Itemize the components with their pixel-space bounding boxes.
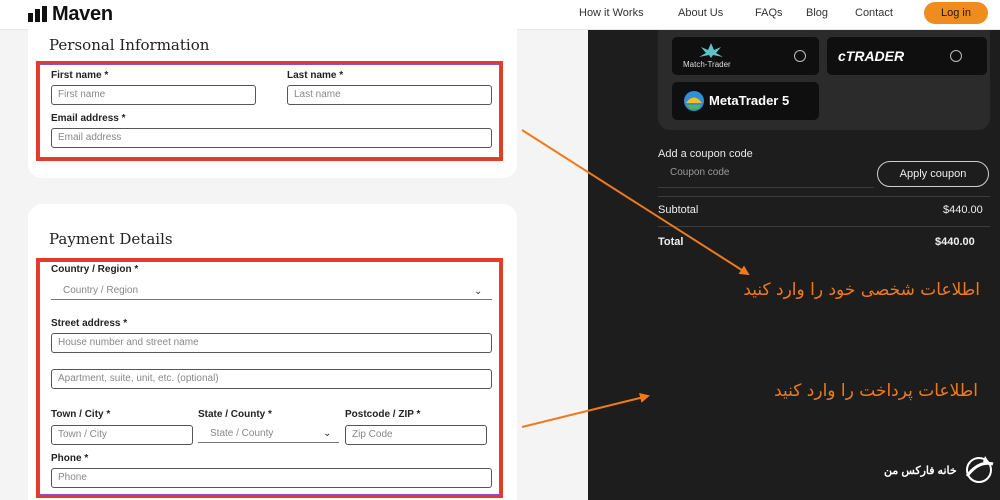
email-input[interactable]: Email address <box>51 128 492 148</box>
apply-coupon-button[interactable]: Apply coupon <box>877 161 989 187</box>
personal-info-title: Personal Information <box>49 36 210 54</box>
last-name-input[interactable]: Last name <box>287 85 492 105</box>
match-trader-icon <box>699 43 723 58</box>
street-input[interactable]: House number and street name <box>51 333 492 353</box>
payment-details-title: Payment Details <box>49 230 173 248</box>
coupon-label: Add a coupon code <box>658 148 753 160</box>
chevron-down-icon: ⌄ <box>323 428 332 439</box>
nav-about-us[interactable]: About Us <box>678 7 723 19</box>
first-name-label: First name * <box>51 70 109 81</box>
nav-contact[interactable]: Contact <box>855 7 893 19</box>
top-nav-bar: Maven How it Works About Us FAQs Blog Co… <box>0 0 1000 30</box>
ctrader-label: cTRADER <box>838 48 905 64</box>
radio-icon[interactable] <box>794 50 806 62</box>
state-label: State / County * <box>198 409 272 420</box>
chevron-down-icon: ⌄ <box>474 286 483 297</box>
radio-icon[interactable] <box>950 50 962 62</box>
maven-logo[interactable]: Maven <box>28 3 113 25</box>
logo-bars-icon <box>28 6 47 22</box>
town-label: Town / City * <box>51 409 111 420</box>
postcode-label: Postcode / ZIP * <box>345 409 421 420</box>
platform-option-ctrader[interactable]: cTRADER <box>827 37 987 75</box>
country-select[interactable]: Country / Region <box>51 282 492 300</box>
watermark-brand: خانه فارکس من <box>884 454 995 486</box>
platform-option-match-trader[interactable]: Match-Trader <box>672 37 819 75</box>
divider <box>658 196 990 197</box>
apartment-input[interactable]: Apartment, suite, unit, etc. (optional) <box>51 369 492 389</box>
phone-input[interactable]: Phone <box>51 468 492 488</box>
watermark-text: خانه فارکس من <box>884 464 957 477</box>
state-select[interactable]: State / County <box>198 425 339 443</box>
annotation-personal: اطلاعات شخصی خود را وارد کنید <box>743 280 980 300</box>
nav-how-it-works[interactable]: How it Works <box>579 7 644 19</box>
email-label: Email address * <box>51 113 126 124</box>
brand-logo-icon <box>965 456 994 483</box>
total-label: Total <box>658 236 684 248</box>
phone-label: Phone * <box>51 453 89 464</box>
nav-faqs[interactable]: FAQs <box>755 7 783 19</box>
street-label: Street address * <box>51 318 128 329</box>
country-label: Country / Region * <box>51 264 139 275</box>
postcode-input[interactable]: Zip Code <box>345 425 487 445</box>
nav-blog[interactable]: Blog <box>806 7 828 19</box>
divider <box>658 226 990 227</box>
total-value: $440.00 <box>935 236 975 248</box>
town-input[interactable]: Town / City <box>51 425 193 445</box>
match-trader-label: Match-Trader <box>683 60 731 69</box>
last-name-label: Last name * <box>287 70 344 81</box>
logo-text: Maven <box>52 2 113 25</box>
coupon-input[interactable]: Coupon code <box>670 167 730 178</box>
platform-option-metatrader5[interactable]: MetaTrader 5 <box>672 82 819 120</box>
subtotal-value: $440.00 <box>943 204 983 216</box>
subtotal-label: Subtotal <box>658 204 699 216</box>
metatrader-icon <box>684 91 704 111</box>
annotation-payment: اطلاعات پرداخت را وارد کنید <box>774 381 978 401</box>
metatrader-label: MetaTrader 5 <box>709 93 790 108</box>
coupon-underline <box>658 187 874 188</box>
login-button[interactable]: Log in <box>924 2 988 24</box>
first-name-input[interactable]: First name <box>51 85 256 105</box>
